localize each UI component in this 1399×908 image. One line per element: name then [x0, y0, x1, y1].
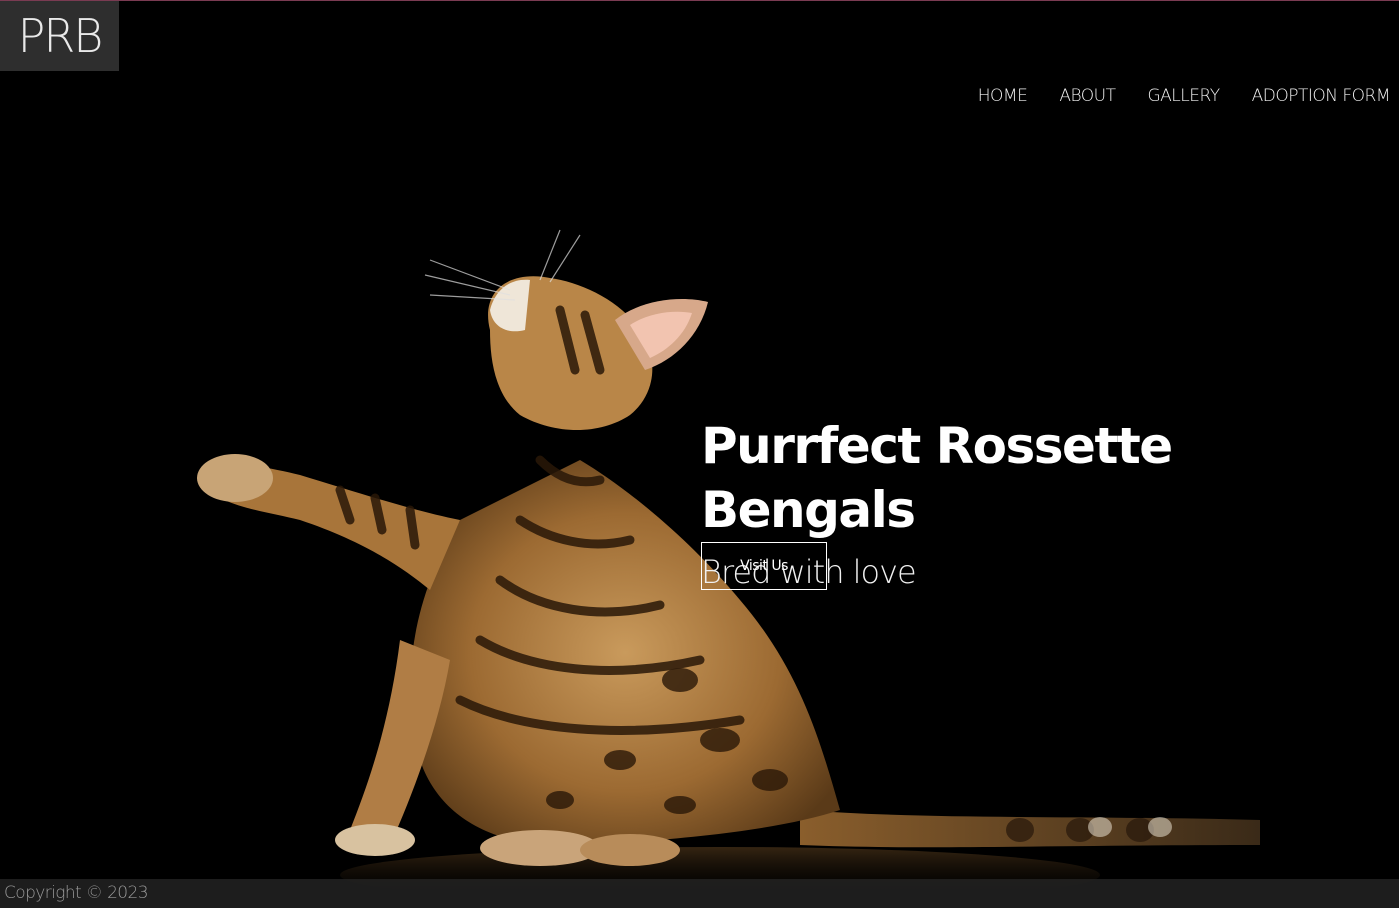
- landing-page: PRB HOME ABOUT GALLERY ADOPTION FORM Pur…: [0, 0, 1399, 908]
- nav-gallery[interactable]: GALLERY: [1148, 84, 1221, 108]
- logo[interactable]: PRB: [0, 1, 119, 71]
- visit-us-button[interactable]: Visit Us: [701, 542, 827, 590]
- logo-text: PRB: [17, 9, 104, 63]
- nav-adoption-form[interactable]: ADOPTION FORM: [1252, 84, 1391, 108]
- footer: Copyright © 2023: [0, 879, 1399, 908]
- hero-title: Purrfect Rossette Bengals: [701, 417, 1173, 539]
- nav-home[interactable]: HOME: [978, 84, 1028, 108]
- top-border: [0, 0, 1399, 1]
- nav-about[interactable]: ABOUT: [1059, 84, 1116, 108]
- copyright-text: Copyright © 2023: [4, 883, 149, 903]
- main-nav: HOME ABOUT GALLERY ADOPTION FORM: [946, 84, 1391, 108]
